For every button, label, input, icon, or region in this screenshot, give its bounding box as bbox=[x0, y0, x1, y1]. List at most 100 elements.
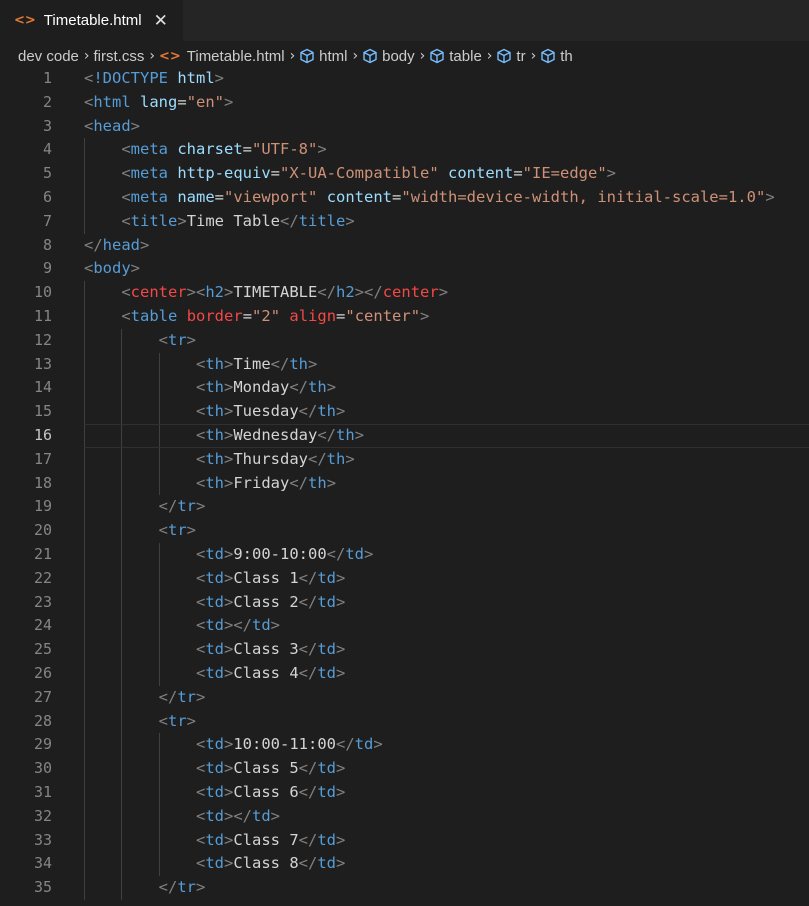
code-token: </ bbox=[298, 592, 318, 611]
code-token: Class 8 bbox=[233, 854, 299, 873]
code-line[interactable]: 31 <td>Class 6</td> bbox=[0, 781, 809, 805]
code-line[interactable]: 13 <th>Time</th> bbox=[0, 352, 809, 377]
chevron-right-icon: › bbox=[149, 48, 155, 64]
code-line[interactable]: 20 <tr> bbox=[0, 519, 809, 543]
code-line[interactable]: 25 <td>Class 3</td> bbox=[0, 638, 809, 662]
code-text: <td>Class 1</td> bbox=[84, 567, 345, 591]
breadcrumb-item-body[interactable]: body bbox=[362, 48, 415, 65]
code-token: > bbox=[224, 545, 234, 563]
cube-icon bbox=[363, 48, 377, 64]
line-number: 3 bbox=[42, 116, 52, 135]
code-token: < bbox=[121, 307, 131, 325]
code-line[interactable]: 1 <!DOCTYPE html> bbox=[0, 67, 809, 91]
code-token: > bbox=[130, 259, 141, 278]
code-line[interactable]: 30 <td>Class 5</td> bbox=[0, 757, 809, 781]
code-line[interactable]: 4 <meta charset="UTF-8"> bbox=[0, 138, 809, 163]
code-text: <td>10:00-11:00</td> bbox=[84, 733, 383, 757]
code-token: content bbox=[448, 164, 514, 183]
code-line[interactable]: 35 </tr> bbox=[0, 876, 809, 900]
code-token: > bbox=[224, 830, 234, 849]
line-number: 19 bbox=[33, 497, 52, 516]
code-line[interactable]: 34 <td>Class 8</td> bbox=[0, 852, 809, 877]
tab-label: Timetable.html bbox=[43, 12, 142, 29]
code-line[interactable]: 7 <title>Time Table</title> bbox=[0, 209, 809, 234]
code-line[interactable]: 9 <body> bbox=[0, 257, 809, 281]
code-token: > bbox=[354, 426, 365, 444]
code-token: </ bbox=[298, 402, 318, 421]
code-line[interactable]: 19 </tr> bbox=[0, 495, 809, 520]
code-token: > bbox=[326, 473, 337, 492]
code-token: > bbox=[186, 330, 197, 349]
code-token: tr bbox=[168, 711, 187, 730]
code-line[interactable]: 23 <td>Class 2</td> bbox=[0, 590, 809, 615]
code-token: td bbox=[317, 640, 337, 659]
code-token: ></ bbox=[224, 806, 252, 825]
code-line[interactable]: 21 <td>9:00-10:00</td> bbox=[0, 543, 809, 567]
code-line[interactable]: 12 <tr> bbox=[0, 328, 809, 353]
code-line[interactable]: 16 <th>Wednesday</th> bbox=[0, 424, 809, 448]
indent-guide bbox=[121, 590, 123, 615]
code-line[interactable]: 27 </tr> bbox=[0, 685, 809, 710]
code-token: "X-UA-Compatible" bbox=[280, 164, 439, 183]
code-text: <td>Class 4</td> bbox=[84, 662, 345, 686]
code-token: < bbox=[158, 521, 168, 540]
indent-guide bbox=[84, 305, 85, 329]
code-token: Class 3 bbox=[233, 640, 299, 659]
code-line[interactable]: 17 <th>Thursday</th> bbox=[0, 447, 809, 472]
breadcrumb-item-th[interactable]: th bbox=[540, 48, 573, 65]
indent-guide bbox=[121, 685, 123, 710]
breadcrumb-item-timetable-html[interactable]: <> Timetable.html bbox=[159, 48, 285, 65]
code-line[interactable]: 22 <td>Class 1</td> bbox=[0, 566, 809, 591]
line-number: 24 bbox=[33, 616, 52, 635]
code-line[interactable]: 8 </head> bbox=[0, 234, 809, 258]
code-token: tr bbox=[168, 521, 187, 540]
code-token: < bbox=[121, 188, 131, 206]
tab-timetable-html[interactable]: <> Timetable.html ✕ bbox=[0, 0, 183, 41]
code-token: </ bbox=[336, 735, 355, 754]
code-line[interactable]: 33 <td>Class 7</td> bbox=[0, 828, 809, 853]
code-token: > bbox=[308, 354, 318, 373]
indent-guide bbox=[121, 424, 123, 448]
close-icon[interactable]: ✕ bbox=[154, 11, 168, 31]
code-token: th bbox=[205, 449, 224, 468]
code-line[interactable]: 10 <center><h2>TIMETABLE</h2></center> bbox=[0, 281, 809, 305]
code-text: <center><h2>TIMETABLE</h2></center> bbox=[84, 281, 448, 305]
code-token: < bbox=[195, 378, 206, 397]
code-line[interactable]: 3 <head> bbox=[0, 115, 809, 139]
code-token: td bbox=[345, 545, 365, 563]
code-line[interactable]: 5 <meta http-equiv="X-UA-Compatible" con… bbox=[0, 162, 809, 186]
breadcrumb-item-html[interactable]: html bbox=[299, 48, 348, 65]
code-token: th bbox=[308, 378, 327, 397]
breadcrumb-item-first-css[interactable]: first.css bbox=[94, 48, 145, 65]
code-line[interactable]: 26 <td>Class 4</td> bbox=[0, 662, 809, 686]
code-token: = bbox=[270, 164, 281, 183]
breadcrumb-item-tr[interactable]: tr bbox=[496, 48, 526, 65]
code-line[interactable]: 29 <td>10:00-11:00</td> bbox=[0, 733, 809, 758]
code-line[interactable]: 6 <meta name="viewport" content="width=d… bbox=[0, 186, 809, 210]
breadcrumb-item-dev-code[interactable]: dev code bbox=[18, 48, 79, 65]
code-token: > bbox=[196, 878, 206, 897]
code-token: </ bbox=[308, 449, 327, 468]
code-line[interactable]: 2 <html lang="en"> bbox=[0, 91, 809, 115]
code-line[interactable]: 24 <td></td> bbox=[0, 614, 809, 639]
code-line[interactable]: 18 <th>Friday</th> bbox=[0, 471, 809, 496]
code-token: > bbox=[270, 806, 281, 825]
code-editor[interactable]: 1 <!DOCTYPE html> 2 <html lang="en"> 3 <head>… bbox=[0, 67, 809, 906]
code-line[interactable]: 11 <table border="2" align="center"> bbox=[0, 305, 809, 329]
line-number: 20 bbox=[33, 521, 52, 540]
breadcrumb-item-table[interactable]: table bbox=[429, 48, 482, 65]
code-token: > bbox=[364, 545, 374, 563]
line-number: 12 bbox=[33, 330, 52, 349]
code-line[interactable]: 15 <th>Tuesday</th> bbox=[0, 400, 809, 424]
code-token: > bbox=[336, 759, 346, 778]
indent-guide bbox=[121, 828, 123, 853]
code-line[interactable]: 32 <td></td> bbox=[0, 804, 809, 829]
code-line[interactable]: 14 <th>Monday</th> bbox=[0, 376, 809, 401]
code-line[interactable]: 28 <tr> bbox=[0, 709, 809, 734]
code-token: "IE=edge" bbox=[522, 164, 607, 183]
